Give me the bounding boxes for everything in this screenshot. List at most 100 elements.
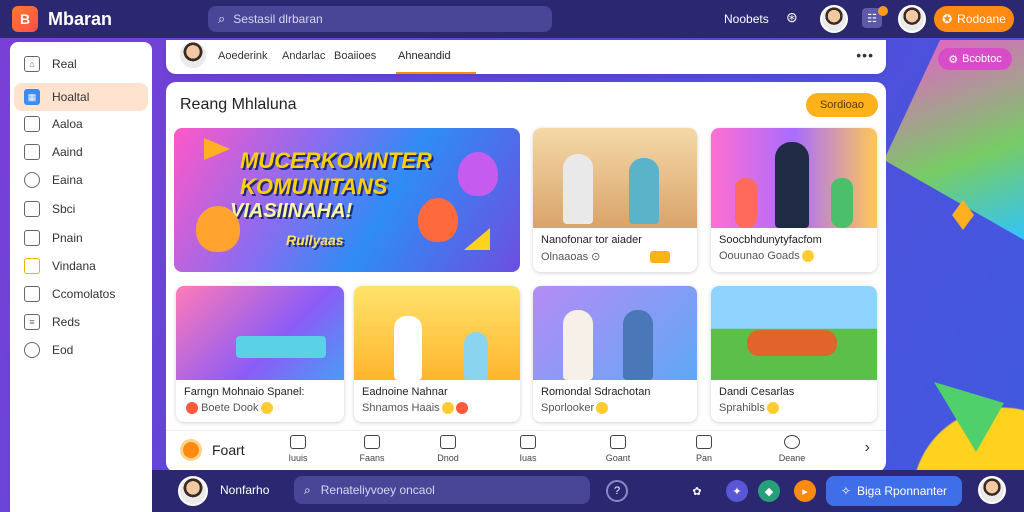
sidebar-item-real[interactable]: ⌂ Real [14,50,148,78]
emoji-icon [596,402,609,415]
decorative-shape [464,228,490,250]
globe-icon[interactable]: ✦ [726,480,748,502]
content-card[interactable]: Dandi Cesarlas Sprahibls [711,286,877,422]
hero-banner[interactable]: MUCERKOMNTER KOMUNITANS VIASIINAHA! Rull… [174,128,520,272]
panel-action-button[interactable]: Sordioao [806,93,878,117]
card-image [176,286,344,380]
sidebar-item-aaloa[interactable]: Aaloa [14,110,148,138]
people-icon [784,435,800,449]
search-input[interactable]: ⌕ Sestasil dlrbaran [208,6,552,32]
edit-icon [364,435,380,449]
gear-icon[interactable]: ✿ [686,480,708,502]
content-card[interactable]: Nanofonar tor aiader Olnaaoas ⊙ [533,128,697,272]
sidebar-item-aaind[interactable]: Aaind [14,138,148,166]
community-icon[interactable] [180,439,202,461]
active-tab-indicator [396,72,476,74]
app-logo[interactable]: B [12,6,38,32]
hero-line-1: MUCERKOMNTER [240,148,432,173]
toolbar-label: Foart [212,442,245,458]
bottom-bar: Nonfarho ⌕ Renateliyvoey oncaol ? ✿ ✦ ◆ … [152,470,1024,512]
card-image [533,286,697,380]
toolbar-item[interactable]: Dnod [428,435,468,463]
toolbar-item[interactable]: Faans [352,435,392,463]
help-icon[interactable]: ⊛ [786,9,798,26]
chevron-right-icon[interactable]: › [865,439,870,457]
tab-boaiioes[interactable]: Boaiioes [334,50,376,62]
card-icon [24,258,40,274]
home-icon: ⌂ [24,56,40,72]
emoji-icon [455,402,468,415]
search-icon [24,172,40,188]
notification-icon[interactable]: ☷ [862,6,888,28]
main-panel: Reang Mhlaluna Sordioao MUCERKOMNTER KOM… [166,82,886,472]
toolbar-item[interactable]: Iuuis [278,435,318,463]
help-icon[interactable]: ? [606,480,628,502]
bottom-search-input[interactable]: ⌕ Renateliyvoey oncaol [294,476,590,504]
content-card[interactable]: Soocbhdunytyfacfom Oouunao Goads [711,128,877,272]
calendar-icon [610,435,626,449]
user-name: Nonfarho [220,483,270,497]
content-card[interactable]: Romondal Sdrachotan Sporlooker [533,286,697,422]
card-image [354,286,520,380]
folder-icon [24,116,40,132]
play-icon[interactable]: ▸ [794,480,816,502]
more-icon[interactable]: ••• [856,47,874,63]
sidebar-item-hoaltal[interactable]: ▦ Hoaltal [14,83,148,111]
content-card[interactable]: Farngn Mohnaio Spanel: Boete Dook [176,286,344,422]
emoji-icon [766,402,779,415]
sparkle-icon: ✧ [840,484,851,498]
floating-button[interactable]: ⚙ Bcobtoc [938,48,1012,70]
hero-line-3: VIASIINAHA! [230,200,353,222]
content-card[interactable]: Eadnoine Nahnar Shnamos Haais [354,286,520,422]
hero-line-2: KOMUNITANS [240,174,388,199]
card-title: Nanofonar tor aiader [541,234,642,246]
mascot-image [458,152,498,196]
hero-line-4: Rullyaas [286,232,344,248]
avatar[interactable] [178,476,208,506]
sidebar-item-reds[interactable]: ≡ Reds [14,308,148,336]
document-icon [440,435,456,449]
top-link[interactable]: Noobets [724,12,769,26]
image-icon [290,435,306,449]
sidebar: ⌂ Real ▦ Hoaltal Aaloa Aaind Eaina Sbci Pn… [10,42,152,512]
sidebar-item-sbci[interactable]: Sbci [14,195,148,223]
chat-icon[interactable]: ◆ [758,480,780,502]
card-title: Romondal Sdrachotan [541,386,651,398]
window-icon [24,286,40,302]
toolbar-item[interactable]: Goant [598,435,638,463]
card-title: Eadnoine Nahnar [362,386,448,398]
search-placeholder: Sestasil dlrbaran [233,12,323,26]
person-figure [394,316,422,380]
emoji-icon [801,250,814,263]
card-subtitle: Sprahibls [719,402,779,415]
tab-aoederink[interactable]: Aoederink [218,50,268,62]
bottom-cta-button[interactable]: ✧ Biga Rponnanter [826,476,962,506]
grid-icon: ▦ [24,89,40,105]
search-icon: ⌕ [304,482,311,497]
avatar[interactable] [178,40,208,70]
card-subtitle: Oouunao Goads [719,250,814,263]
avatar[interactable] [978,476,1006,504]
emoji-icon [441,402,454,415]
toolbar-item[interactable]: Iuas [508,435,548,463]
page-title: Reang Mhlaluna [180,96,297,113]
status-badge [650,251,671,264]
sidebar-item-vindana[interactable]: Vindana [14,252,148,280]
avatar[interactable] [898,5,926,33]
sidebar-item-eod[interactable]: Eod [14,336,148,364]
person-figure [464,332,488,380]
avatar[interactable] [820,5,848,33]
top-cta-button[interactable]: ✪ Rodoane [934,6,1014,32]
emoji-icon [260,402,273,415]
tab-andarlac[interactable]: Andarlac [282,50,325,62]
card-title: Farngn Mohnaio Spanel: [184,386,305,398]
sidebar-item-eaina[interactable]: Eaina [14,166,148,194]
toolbar-item[interactable]: Pan [684,435,724,463]
card-subtitle: Olnaaoas ⊙ [541,250,671,264]
sidebar-item-ccomolatos[interactable]: Ccomolatos [14,280,148,308]
card-image [711,128,877,228]
tab-ahneandid[interactable]: Ahneandid [398,50,451,62]
card-title: Dandi Cesarlas [719,386,795,398]
sidebar-item-pnain[interactable]: Pnain [14,224,148,252]
toolbar-item[interactable]: Deane [772,435,812,463]
